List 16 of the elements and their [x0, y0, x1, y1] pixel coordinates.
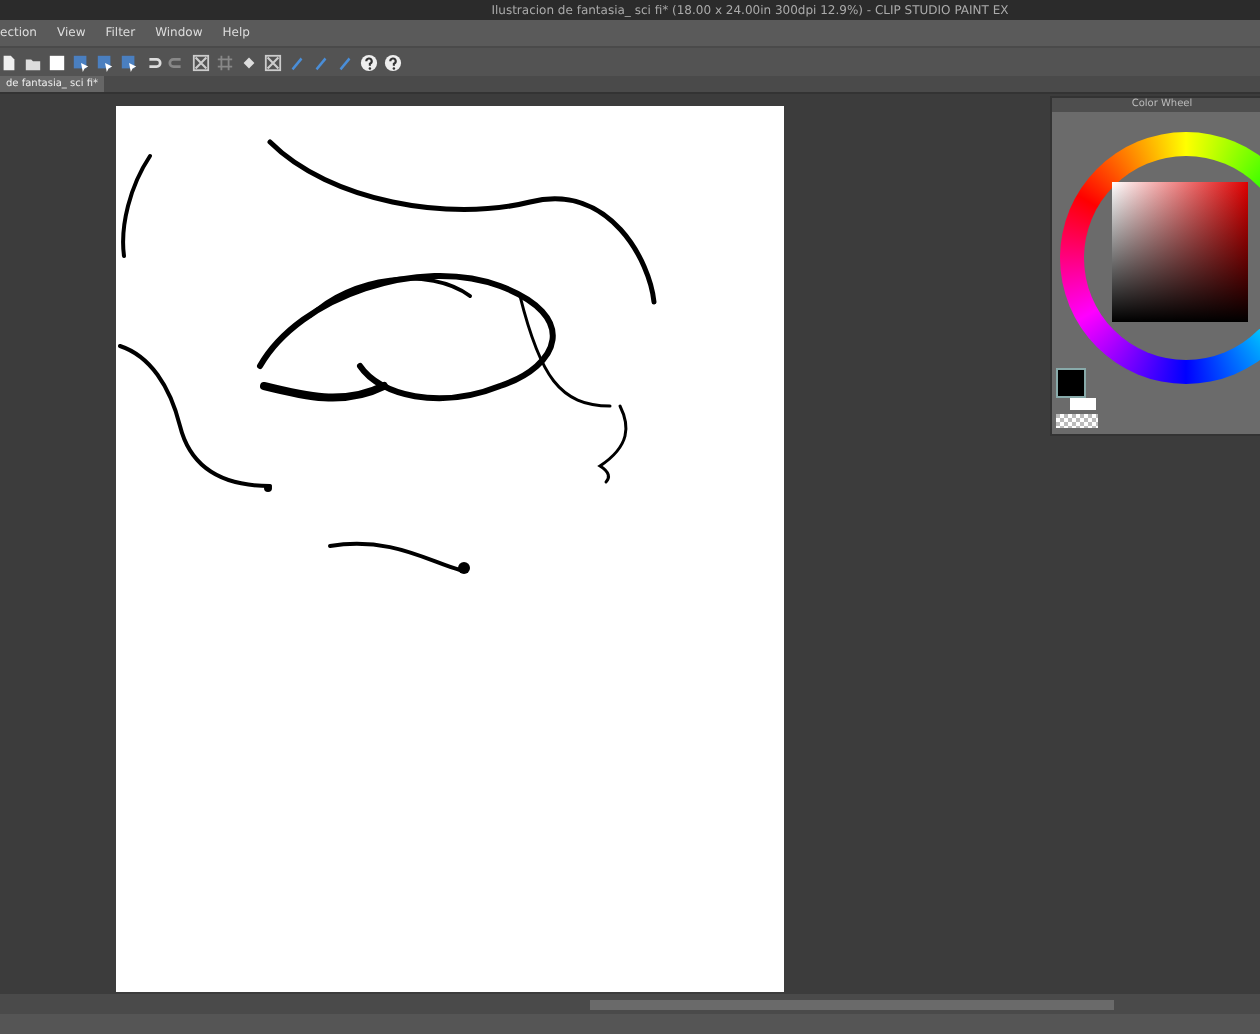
sub-color-swatch[interactable] — [1070, 398, 1096, 410]
saturation-square[interactable] — [1112, 182, 1248, 322]
selection-icon[interactable] — [96, 53, 114, 71]
main-color-swatch[interactable] — [1056, 368, 1086, 398]
selection-icon[interactable] — [72, 53, 90, 71]
transform-icon[interactable] — [192, 53, 210, 71]
transparent-swatch[interactable] — [1056, 414, 1098, 428]
selection-icon[interactable] — [120, 53, 138, 71]
transform-icon[interactable] — [264, 53, 282, 71]
page-icon[interactable] — [0, 53, 18, 71]
folder-icon[interactable] — [24, 53, 42, 71]
square-icon[interactable] — [48, 53, 66, 71]
help-icon[interactable] — [384, 53, 402, 71]
undo-icon[interactable] — [144, 53, 162, 71]
help-icon[interactable] — [360, 53, 378, 71]
horizontal-scrollbar[interactable] — [590, 999, 1114, 1009]
